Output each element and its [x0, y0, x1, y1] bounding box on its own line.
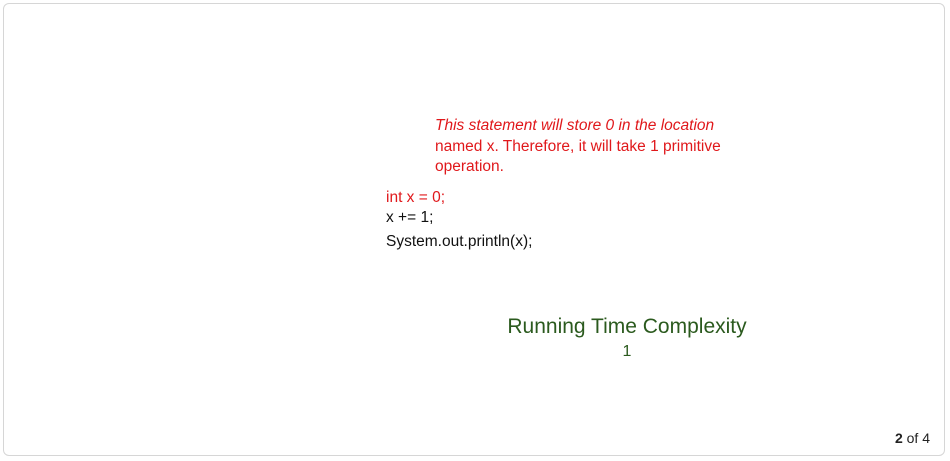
complexity-title: Running Time Complexity: [507, 315, 747, 338]
code-line: System.out.println(x);: [386, 233, 533, 250]
statement-annotation: This statement will store 0 in the locat…: [435, 116, 755, 178]
annotation-rest-text: named x. Therefore, it will take 1 primi…: [435, 137, 721, 176]
pager-current: 2: [894, 430, 903, 446]
slide-pager: 2 of 4: [895, 429, 930, 447]
code-line: x += 1;: [386, 209, 434, 226]
slide-canvas: [3, 3, 945, 456]
code-line-highlighted: int x = 0;: [386, 189, 446, 206]
annotation-italic-text: This statement will store 0 in the locat…: [435, 117, 715, 134]
pager-separator: of: [906, 430, 919, 446]
pager-total: 4: [922, 430, 930, 446]
complexity-value: 1: [622, 343, 632, 360]
